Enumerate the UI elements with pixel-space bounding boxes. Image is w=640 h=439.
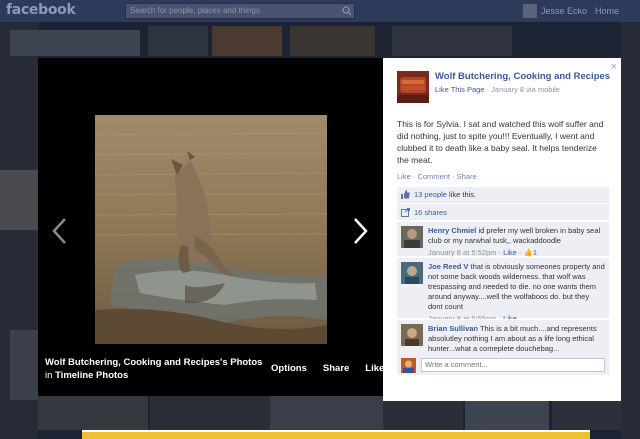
- write-comment-row: Write a comment...: [397, 355, 609, 375]
- search-input[interactable]: Search for people, places and things: [125, 3, 355, 19]
- previous-photo-arrow-icon[interactable]: [50, 216, 70, 246]
- background-tile: [38, 396, 148, 430]
- facebook-logo[interactable]: facebook: [6, 2, 76, 18]
- background-tile: [10, 30, 140, 56]
- commenter-avatar-image: [401, 262, 423, 284]
- likes-count-link[interactable]: 13 people: [414, 190, 447, 199]
- likes-summary: 13 people like this.: [397, 187, 609, 203]
- bottom-highlight-bar: [82, 430, 590, 439]
- comment: Henry Chmiel id prefer my well broken in…: [397, 221, 609, 257]
- user-avatar: [523, 4, 537, 18]
- post-share-link[interactable]: Share: [457, 172, 477, 181]
- post-text: This is for Sylvia. I sat and watched th…: [397, 119, 604, 165]
- post-like-link[interactable]: Like: [397, 172, 411, 181]
- commenter-name-link[interactable]: Joe Reed V: [428, 262, 468, 271]
- commenter-avatar-image: [401, 226, 423, 248]
- background-tile: [392, 26, 512, 56]
- page-name-link[interactable]: Wolf Butchering, Cooking and Recipes: [435, 71, 610, 83]
- viewer-avatar: [401, 357, 416, 373]
- search-placeholder: Search for people, places and things: [130, 6, 260, 15]
- home-link[interactable]: Home: [595, 6, 619, 16]
- shares-count-link[interactable]: 16 shares: [414, 208, 447, 217]
- like-button[interactable]: Like: [365, 363, 384, 374]
- commenter-avatar[interactable]: [401, 262, 423, 284]
- caption-in: in: [45, 370, 53, 381]
- photo-sidebar: × Wolf Butchering, Cooking and Recipes L…: [383, 58, 621, 401]
- post-meta: · January 8 via mobile: [486, 85, 560, 94]
- comment-time[interactable]: January 8 at 5:52pm: [428, 248, 496, 257]
- background-tile: [0, 170, 38, 230]
- caption-album-link[interactable]: Timeline Photos: [55, 370, 128, 381]
- comment: Brian Sullivan This is a bit much....and…: [397, 319, 609, 356]
- viewer-avatar-image: [401, 357, 416, 373]
- comment-like-link[interactable]: Like: [503, 248, 517, 257]
- wolf-photo[interactable]: [95, 115, 327, 344]
- share-button[interactable]: Share: [323, 363, 349, 374]
- user-name: Jesse Ecko: [541, 6, 588, 16]
- commenter-avatar[interactable]: [401, 324, 423, 346]
- background-tile: [465, 401, 549, 430]
- share-icon: [401, 207, 410, 217]
- likes-suffix: like this.: [449, 190, 477, 199]
- comment: Joe Reed V that is obviously someones pr…: [397, 257, 609, 323]
- background-tile: [290, 26, 375, 56]
- background-tile: [552, 401, 621, 430]
- photo-stage: Wolf Butchering, Cooking and Recipes's P…: [38, 58, 384, 396]
- photo-image: [95, 115, 327, 344]
- page-avatar-image: [397, 71, 429, 103]
- commenter-name-link[interactable]: Brian Sullivan: [428, 324, 478, 333]
- photo-caption: Wolf Butchering, Cooking and Recipes's P…: [45, 356, 275, 382]
- background-tile: [383, 401, 463, 430]
- background-tile: [212, 26, 282, 56]
- page-header: Wolf Butchering, Cooking and Recipes Lik…: [397, 71, 610, 103]
- comment-input[interactable]: Write a comment...: [421, 358, 605, 372]
- search-icon[interactable]: [342, 6, 352, 16]
- commenter-name-link[interactable]: Henry Chmiel: [428, 226, 476, 235]
- next-photo-arrow-icon[interactable]: [350, 216, 370, 246]
- thumbs-up-icon: [401, 190, 410, 199]
- background-tile: [270, 396, 383, 430]
- comment-like-count[interactable]: 👍1: [524, 248, 538, 257]
- commenter-avatar-image: [401, 324, 423, 346]
- post-comment-link[interactable]: Comment: [417, 172, 450, 181]
- background-tile: [150, 396, 270, 430]
- photo-actions: Options Share Like: [271, 363, 384, 374]
- options-button[interactable]: Options: [271, 363, 307, 374]
- shares-summary: 16 shares: [397, 204, 609, 220]
- top-bar: facebook Search for people, places and t…: [0, 0, 640, 22]
- close-icon[interactable]: ×: [611, 61, 617, 73]
- like-page-link[interactable]: Like This Page: [435, 85, 484, 94]
- caption-title-link[interactable]: Wolf Butchering, Cooking and Recipes's P…: [45, 356, 275, 369]
- background-tile: [10, 330, 38, 400]
- nav-user-link[interactable]: Jesse Ecko: [523, 2, 587, 20]
- page-avatar[interactable]: [397, 71, 429, 103]
- post-actions: Like · Comment · Share: [397, 172, 477, 181]
- background-tile: [148, 26, 208, 56]
- background-page-right: [621, 22, 640, 439]
- commenter-avatar[interactable]: [401, 226, 423, 248]
